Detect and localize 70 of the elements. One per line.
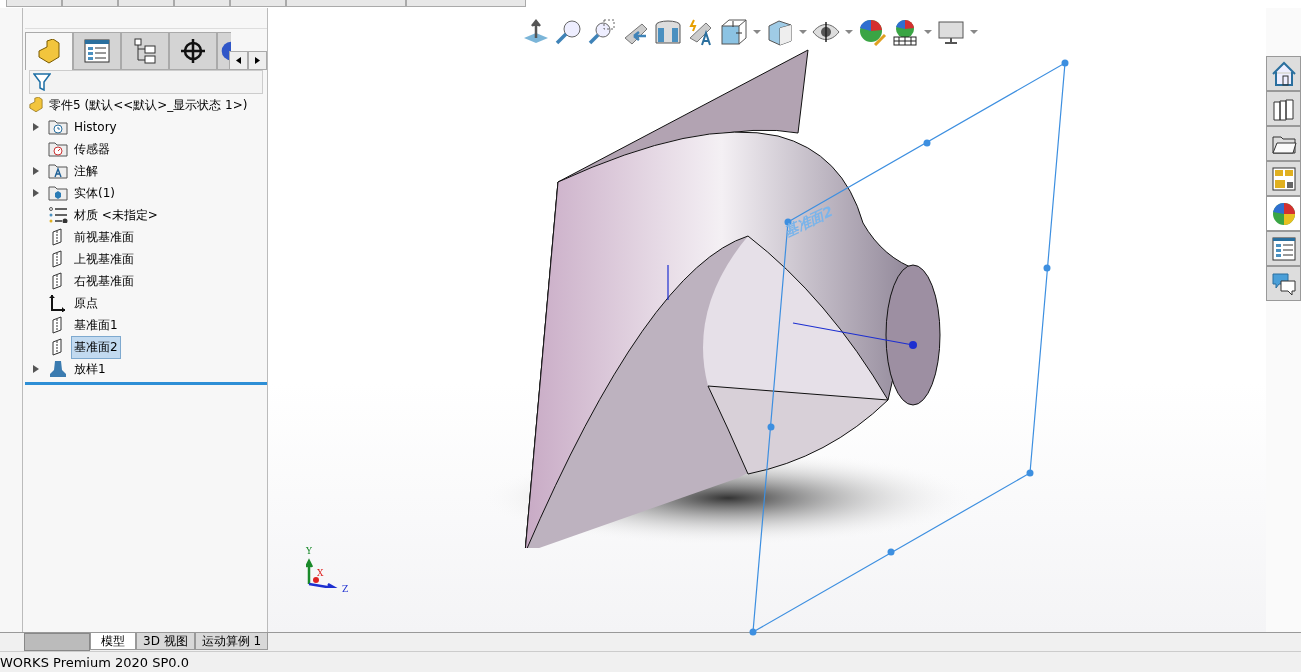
expand-arrow-icon[interactable] <box>32 365 40 373</box>
filter-icon <box>33 73 51 91</box>
tree-item[interactable]: 原点 <box>71 291 101 315</box>
edit-appearance-icon[interactable] <box>857 18 887 46</box>
solid-folder-icon <box>48 185 68 201</box>
axis-label: Y <box>306 546 312 556</box>
list-icon <box>84 39 110 63</box>
list-icon <box>1270 235 1297 262</box>
tree-item[interactable]: 上视基准面 <box>71 247 137 271</box>
task-pane-tab[interactable] <box>1266 196 1301 231</box>
view-tab[interactable]: 模型 <box>90 633 136 650</box>
expand-arrow-icon[interactable] <box>32 123 40 131</box>
caret-icon[interactable] <box>798 29 808 35</box>
task-pane-tab[interactable] <box>1266 231 1301 266</box>
material-icon <box>48 207 68 223</box>
view-orientation-icon[interactable] <box>719 18 749 46</box>
axis-label: Z <box>342 584 349 594</box>
tree-item[interactable]: 材质 <未指定> <box>71 203 161 227</box>
tree-item[interactable]: 实体(1) <box>71 181 118 205</box>
appearance-icon <box>1270 200 1297 227</box>
scroll-right-button[interactable] <box>248 51 267 70</box>
left-arrow-icon <box>236 57 241 64</box>
gauge-folder-icon <box>48 141 68 157</box>
filter-field[interactable] <box>29 70 263 94</box>
scene-icon[interactable] <box>890 18 920 46</box>
right-arrow-icon <box>255 57 260 64</box>
caret-icon[interactable] <box>844 29 854 35</box>
section-view-icon[interactable] <box>653 18 683 46</box>
caret-icon[interactable] <box>969 29 979 35</box>
zoom-to-fit-icon[interactable] <box>554 18 584 46</box>
tree-item[interactable]: 基准面2 <box>71 335 121 359</box>
tree-item[interactable]: 基准面1 <box>71 313 121 337</box>
task-pane-tab[interactable] <box>1266 126 1301 161</box>
tree-item[interactable]: 放样1 <box>71 357 109 381</box>
caret-icon[interactable] <box>923 29 933 35</box>
part-name[interactable]: 零件5 (默认<<默认>_显示状态 1>) <box>49 96 248 114</box>
panel-tab[interactable] <box>169 32 217 70</box>
view-tab[interactable]: 3D 视图 <box>136 633 195 650</box>
display-style-icon[interactable] <box>765 18 795 46</box>
tree-item[interactable]: 注解 <box>71 159 101 183</box>
view-tab[interactable]: 运动算例 1 <box>194 633 269 650</box>
plane-label: 基准面2 <box>781 202 837 242</box>
tree-item[interactable]: 右视基准面 <box>71 269 137 293</box>
expand-arrow-icon[interactable] <box>32 189 40 197</box>
tree-item[interactable]: History <box>71 117 120 137</box>
monitor-icon[interactable] <box>936 18 966 46</box>
task-pane-tab[interactable] <box>1266 56 1301 91</box>
zoom-area-icon[interactable] <box>587 18 617 46</box>
part-icon <box>35 38 63 65</box>
origin-icon <box>48 294 68 312</box>
task-pane-tab[interactable] <box>1266 266 1301 301</box>
panel-tab[interactable] <box>217 32 231 70</box>
chat-icon <box>1270 270 1297 297</box>
tree-item[interactable]: 传感器 <box>71 137 113 161</box>
tree-item[interactable]: 前视基准面 <box>71 225 137 249</box>
scroll-left-button[interactable] <box>229 51 248 70</box>
status-text: WORKS Premium 2020 SP0.0 <box>0 654 189 670</box>
axis-label: X <box>317 568 324 578</box>
clock-folder-icon <box>48 119 68 135</box>
tree-icon <box>133 38 157 64</box>
palette-icon <box>1270 165 1297 192</box>
loft-icon <box>48 360 68 378</box>
caret-icon[interactable] <box>752 29 762 35</box>
crosshair-icon <box>180 38 206 64</box>
home-icon <box>1270 60 1297 87</box>
part-icon <box>27 97 45 113</box>
task-pane-tab[interactable] <box>1266 161 1301 196</box>
task-pane-tab[interactable] <box>1266 91 1301 126</box>
annotation-folder-icon <box>48 163 68 179</box>
expand-arrow-icon[interactable] <box>32 167 40 175</box>
